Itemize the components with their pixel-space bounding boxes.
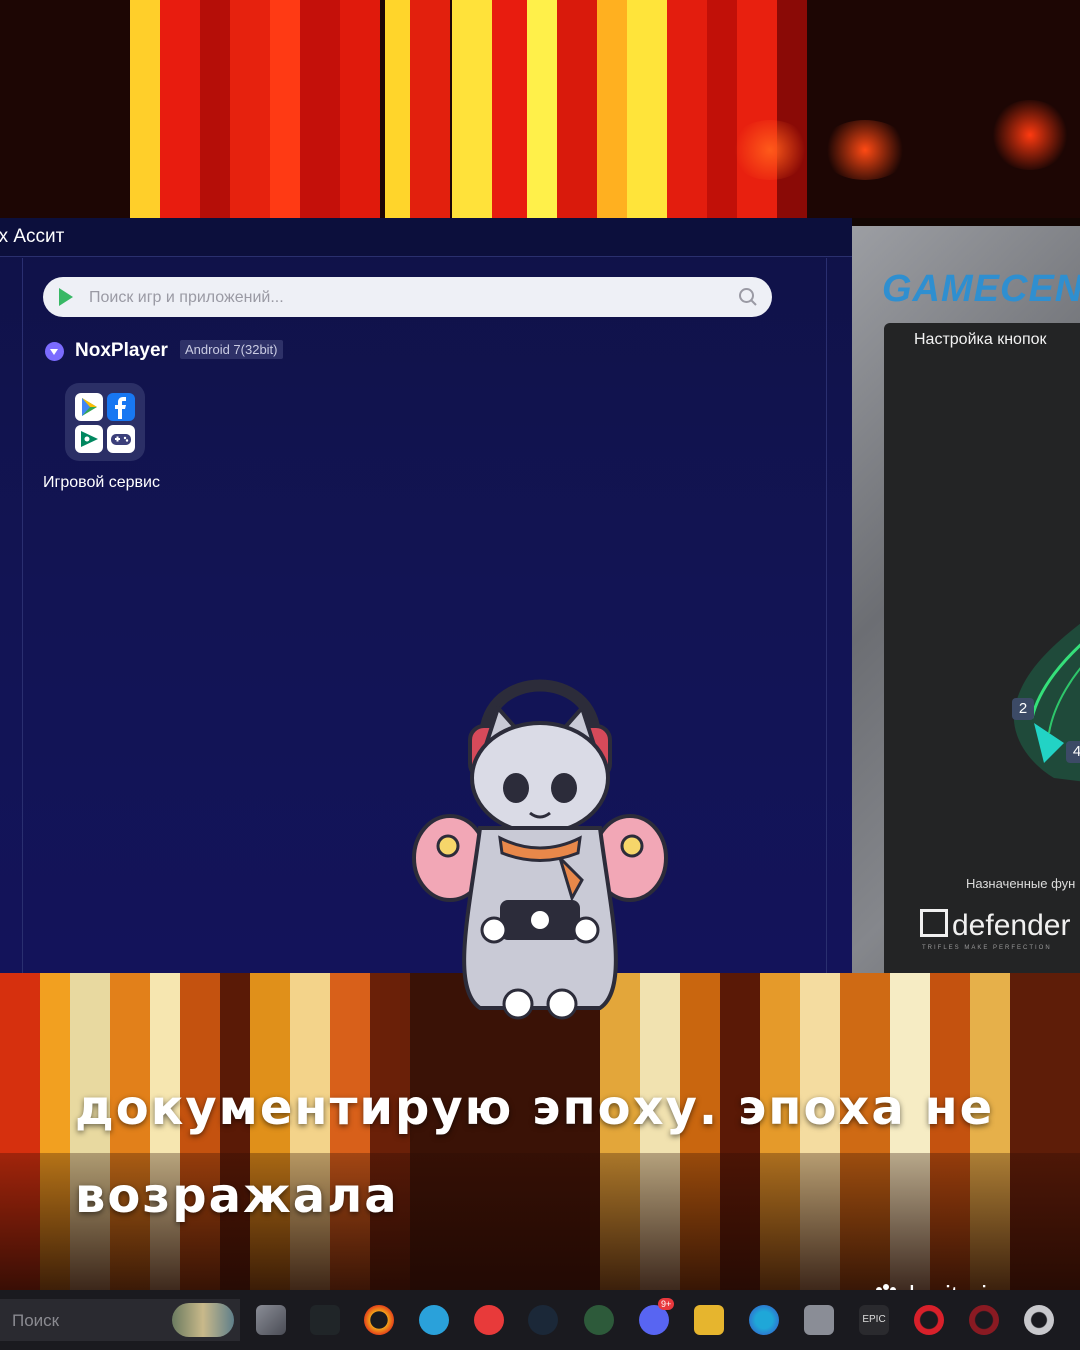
app-label[interactable]: Игровой сервис [43,474,160,492]
steam-icon[interactable] [528,1305,558,1335]
caption-line-1: документирую эпоху. эпоха не [75,1080,995,1136]
pixel-fire-background-top [0,0,1080,218]
facebook-icon [115,397,126,419]
discord-notification-badge: 9+ [658,1298,675,1310]
caption-line-2: возражала [75,1168,399,1224]
search-icon[interactable] [738,287,758,307]
cat-with-headphones-sticker [412,679,668,1020]
clock-app-icon[interactable] [364,1305,394,1335]
window-titlebar[interactable]: ox Ассит [0,218,852,257]
gamecenter-panel: GAMECEN Настройка кнопок 2 4 Назначенные… [852,226,1080,1038]
taskbar-search[interactable] [0,1299,240,1341]
epic-games-icon[interactable]: EPIC [859,1305,889,1335]
play-games-icon [81,431,98,447]
edge-browser-icon[interactable] [749,1305,779,1335]
store-icon[interactable] [804,1305,834,1335]
caption-text: документирую эпоху. эпоха не возражала [75,1064,1035,1240]
news-widget-icon[interactable] [172,1303,234,1337]
game-service-app-icon[interactable] [65,383,145,461]
file-explorer-icon[interactable] [694,1305,724,1335]
android-version-badge: Android 7(32bit) [180,340,283,359]
game-launcher-icon[interactable] [584,1305,614,1335]
windows-taskbar: 9+ EPIC [0,1290,1080,1350]
search-input[interactable] [87,284,731,312]
content-divider [826,258,827,973]
play-store-icon [82,398,97,416]
noxplayer-icon [45,342,64,361]
gamecenter-logo: GAMECEN [882,268,1080,310]
game-search-bar[interactable] [43,277,772,317]
sidebar-divider [22,258,23,973]
assigned-functions-label: Назначенные фун [966,876,1076,891]
button-settings-heading: Настройка кнопок [914,331,1047,348]
defender-logo: defender [920,909,1070,943]
play-store-icon [59,288,73,306]
stocks-app-icon[interactable] [310,1305,340,1335]
task-view-icon[interactable] [256,1305,286,1335]
window-title: ox Ассит [0,226,65,247]
mouse-button-2-marker[interactable]: 2 [1012,698,1034,720]
opera-icon[interactable] [914,1305,944,1335]
gamepad-icon [111,434,131,445]
settings-app-icon[interactable] [1024,1305,1054,1335]
defender-mark-icon [920,909,948,937]
taskbar-search-input[interactable] [10,1309,164,1333]
yandex-browser-icon[interactable] [474,1305,504,1335]
player-name: NoxPlayer [75,340,168,361]
mouse-button-4-marker[interactable]: 4 [1066,741,1080,763]
brand-tagline: TRIFLES MAKE PERFECTION [922,945,1052,951]
opera-gx-icon[interactable] [969,1305,999,1335]
telegram-icon[interactable] [419,1305,449,1335]
gamecenter-screen: Настройка кнопок 2 4 Назначенные фун def… [884,323,1080,978]
